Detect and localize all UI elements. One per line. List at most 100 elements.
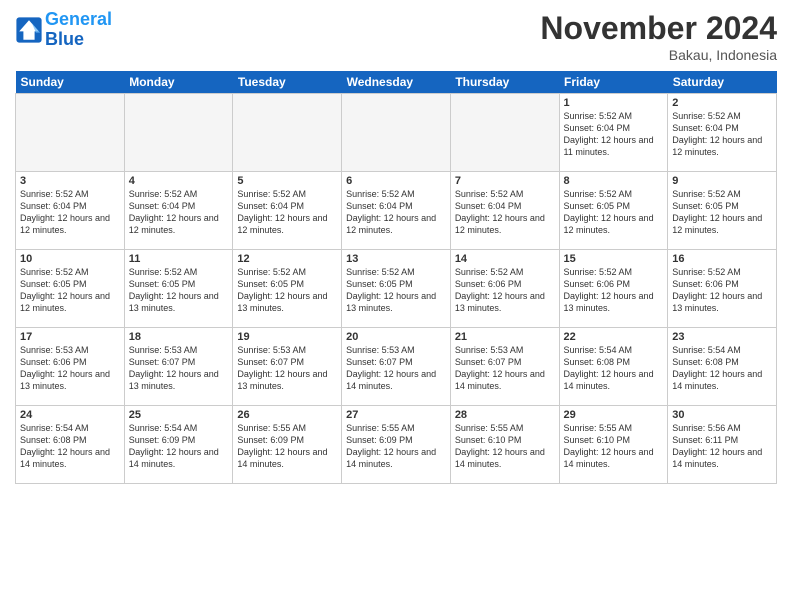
day-number: 23	[672, 331, 772, 343]
day-number: 29	[564, 409, 664, 421]
day-info: Sunrise: 5:54 AM Sunset: 6:08 PM Dayligh…	[672, 344, 772, 393]
day-cell: 10Sunrise: 5:52 AM Sunset: 6:05 PM Dayli…	[16, 250, 125, 328]
day-number: 1	[564, 97, 664, 109]
weekday-friday: Friday	[559, 71, 668, 94]
day-number: 13	[346, 253, 446, 265]
day-info: Sunrise: 5:52 AM Sunset: 6:06 PM Dayligh…	[564, 266, 664, 315]
day-cell: 6Sunrise: 5:52 AM Sunset: 6:04 PM Daylig…	[342, 172, 451, 250]
day-cell: 4Sunrise: 5:52 AM Sunset: 6:04 PM Daylig…	[124, 172, 233, 250]
day-number: 9	[672, 175, 772, 187]
day-number: 6	[346, 175, 446, 187]
day-number: 8	[564, 175, 664, 187]
day-number: 21	[455, 331, 555, 343]
logo-icon	[15, 16, 43, 44]
day-number: 24	[20, 409, 120, 421]
day-number: 22	[564, 331, 664, 343]
day-info: Sunrise: 5:52 AM Sunset: 6:05 PM Dayligh…	[346, 266, 446, 315]
day-cell: 13Sunrise: 5:52 AM Sunset: 6:05 PM Dayli…	[342, 250, 451, 328]
day-info: Sunrise: 5:53 AM Sunset: 6:07 PM Dayligh…	[346, 344, 446, 393]
day-info: Sunrise: 5:53 AM Sunset: 6:06 PM Dayligh…	[20, 344, 120, 393]
day-number: 3	[20, 175, 120, 187]
day-cell: 21Sunrise: 5:53 AM Sunset: 6:07 PM Dayli…	[450, 328, 559, 406]
day-info: Sunrise: 5:54 AM Sunset: 6:08 PM Dayligh…	[564, 344, 664, 393]
day-info: Sunrise: 5:52 AM Sunset: 6:04 PM Dayligh…	[672, 110, 772, 159]
day-info: Sunrise: 5:53 AM Sunset: 6:07 PM Dayligh…	[455, 344, 555, 393]
day-cell: 16Sunrise: 5:52 AM Sunset: 6:06 PM Dayli…	[668, 250, 777, 328]
logo: General Blue	[15, 10, 112, 50]
day-number: 19	[237, 331, 337, 343]
day-number: 30	[672, 409, 772, 421]
day-cell	[16, 94, 125, 172]
day-cell	[124, 94, 233, 172]
calendar-body: 1Sunrise: 5:52 AM Sunset: 6:04 PM Daylig…	[16, 94, 777, 484]
day-cell: 18Sunrise: 5:53 AM Sunset: 6:07 PM Dayli…	[124, 328, 233, 406]
day-cell: 2Sunrise: 5:52 AM Sunset: 6:04 PM Daylig…	[668, 94, 777, 172]
weekday-header: SundayMondayTuesdayWednesdayThursdayFrid…	[16, 71, 777, 94]
week-row-2: 10Sunrise: 5:52 AM Sunset: 6:05 PM Dayli…	[16, 250, 777, 328]
day-cell: 12Sunrise: 5:52 AM Sunset: 6:05 PM Dayli…	[233, 250, 342, 328]
week-row-1: 3Sunrise: 5:52 AM Sunset: 6:04 PM Daylig…	[16, 172, 777, 250]
day-cell: 27Sunrise: 5:55 AM Sunset: 6:09 PM Dayli…	[342, 406, 451, 484]
day-number: 7	[455, 175, 555, 187]
day-cell: 14Sunrise: 5:52 AM Sunset: 6:06 PM Dayli…	[450, 250, 559, 328]
day-cell: 30Sunrise: 5:56 AM Sunset: 6:11 PM Dayli…	[668, 406, 777, 484]
day-number: 12	[237, 253, 337, 265]
weekday-monday: Monday	[124, 71, 233, 94]
day-cell: 15Sunrise: 5:52 AM Sunset: 6:06 PM Dayli…	[559, 250, 668, 328]
day-number: 11	[129, 253, 229, 265]
day-info: Sunrise: 5:52 AM Sunset: 6:05 PM Dayligh…	[129, 266, 229, 315]
day-info: Sunrise: 5:52 AM Sunset: 6:04 PM Dayligh…	[564, 110, 664, 159]
weekday-thursday: Thursday	[450, 71, 559, 94]
title-block: November 2024 Bakau, Indonesia	[540, 10, 777, 63]
week-row-0: 1Sunrise: 5:52 AM Sunset: 6:04 PM Daylig…	[16, 94, 777, 172]
day-info: Sunrise: 5:52 AM Sunset: 6:05 PM Dayligh…	[564, 188, 664, 237]
day-number: 18	[129, 331, 229, 343]
day-cell: 1Sunrise: 5:52 AM Sunset: 6:04 PM Daylig…	[559, 94, 668, 172]
week-row-4: 24Sunrise: 5:54 AM Sunset: 6:08 PM Dayli…	[16, 406, 777, 484]
weekday-tuesday: Tuesday	[233, 71, 342, 94]
day-number: 16	[672, 253, 772, 265]
day-info: Sunrise: 5:55 AM Sunset: 6:10 PM Dayligh…	[564, 422, 664, 471]
day-cell: 22Sunrise: 5:54 AM Sunset: 6:08 PM Dayli…	[559, 328, 668, 406]
day-cell	[450, 94, 559, 172]
day-number: 26	[237, 409, 337, 421]
day-number: 28	[455, 409, 555, 421]
day-info: Sunrise: 5:52 AM Sunset: 6:05 PM Dayligh…	[20, 266, 120, 315]
day-cell: 20Sunrise: 5:53 AM Sunset: 6:07 PM Dayli…	[342, 328, 451, 406]
day-info: Sunrise: 5:52 AM Sunset: 6:04 PM Dayligh…	[346, 188, 446, 237]
day-info: Sunrise: 5:52 AM Sunset: 6:04 PM Dayligh…	[455, 188, 555, 237]
day-cell: 5Sunrise: 5:52 AM Sunset: 6:04 PM Daylig…	[233, 172, 342, 250]
day-number: 4	[129, 175, 229, 187]
location: Bakau, Indonesia	[540, 47, 777, 63]
day-cell: 3Sunrise: 5:52 AM Sunset: 6:04 PM Daylig…	[16, 172, 125, 250]
day-cell: 7Sunrise: 5:52 AM Sunset: 6:04 PM Daylig…	[450, 172, 559, 250]
day-number: 17	[20, 331, 120, 343]
day-number: 15	[564, 253, 664, 265]
day-number: 25	[129, 409, 229, 421]
day-number: 10	[20, 253, 120, 265]
day-info: Sunrise: 5:54 AM Sunset: 6:08 PM Dayligh…	[20, 422, 120, 471]
day-info: Sunrise: 5:52 AM Sunset: 6:04 PM Dayligh…	[129, 188, 229, 237]
day-info: Sunrise: 5:52 AM Sunset: 6:05 PM Dayligh…	[672, 188, 772, 237]
day-info: Sunrise: 5:52 AM Sunset: 6:05 PM Dayligh…	[237, 266, 337, 315]
weekday-sunday: Sunday	[16, 71, 125, 94]
day-cell: 24Sunrise: 5:54 AM Sunset: 6:08 PM Dayli…	[16, 406, 125, 484]
weekday-wednesday: Wednesday	[342, 71, 451, 94]
day-cell: 29Sunrise: 5:55 AM Sunset: 6:10 PM Dayli…	[559, 406, 668, 484]
page-header: General Blue November 2024 Bakau, Indone…	[15, 10, 777, 63]
day-info: Sunrise: 5:55 AM Sunset: 6:09 PM Dayligh…	[346, 422, 446, 471]
day-info: Sunrise: 5:55 AM Sunset: 6:10 PM Dayligh…	[455, 422, 555, 471]
day-cell: 8Sunrise: 5:52 AM Sunset: 6:05 PM Daylig…	[559, 172, 668, 250]
logo-text: General Blue	[45, 10, 112, 50]
day-info: Sunrise: 5:52 AM Sunset: 6:06 PM Dayligh…	[455, 266, 555, 315]
day-info: Sunrise: 5:55 AM Sunset: 6:09 PM Dayligh…	[237, 422, 337, 471]
day-info: Sunrise: 5:56 AM Sunset: 6:11 PM Dayligh…	[672, 422, 772, 471]
day-cell	[233, 94, 342, 172]
day-info: Sunrise: 5:54 AM Sunset: 6:09 PM Dayligh…	[129, 422, 229, 471]
day-number: 14	[455, 253, 555, 265]
day-cell: 9Sunrise: 5:52 AM Sunset: 6:05 PM Daylig…	[668, 172, 777, 250]
week-row-3: 17Sunrise: 5:53 AM Sunset: 6:06 PM Dayli…	[16, 328, 777, 406]
day-cell: 17Sunrise: 5:53 AM Sunset: 6:06 PM Dayli…	[16, 328, 125, 406]
day-cell: 19Sunrise: 5:53 AM Sunset: 6:07 PM Dayli…	[233, 328, 342, 406]
day-info: Sunrise: 5:52 AM Sunset: 6:04 PM Dayligh…	[20, 188, 120, 237]
